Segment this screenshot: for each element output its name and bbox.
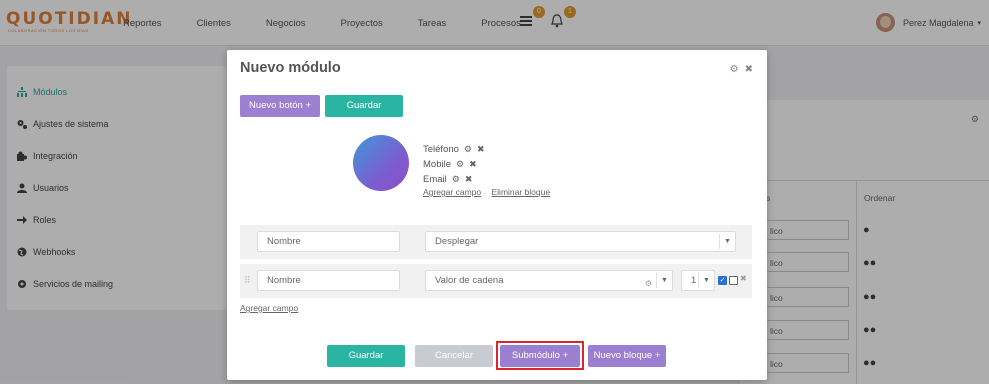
- field-label: Teléfono: [423, 144, 459, 155]
- block-fields: Teléfono ⚙ ✖ Mobile ⚙ ✖ Email ⚙ ✖: [423, 142, 485, 187]
- number-select[interactable]: 1 ▼: [681, 270, 715, 291]
- field-telefono: Teléfono ⚙ ✖: [423, 142, 485, 157]
- field-row-1: Nombre Desplegar ▼: [240, 225, 752, 259]
- drag-handle-icon[interactable]: ⠿: [244, 275, 251, 286]
- delete-block-link[interactable]: Eliminar bloque: [492, 187, 551, 197]
- field-label: Email: [423, 174, 447, 185]
- type-select-value: Desplegar: [435, 236, 479, 247]
- name-field[interactable]: Nombre: [257, 270, 400, 291]
- cancel-button[interactable]: Cancelar: [415, 345, 493, 367]
- modal-tools: ⚙ ✖: [730, 64, 753, 75]
- field-label: Mobile: [423, 159, 451, 170]
- close-icon[interactable]: ✖: [477, 142, 485, 157]
- settings-icon[interactable]: ⚙: [730, 64, 739, 75]
- gear-icon[interactable]: ⚙: [464, 142, 472, 157]
- field-row-2: ⠿ Nombre Valor de cadena ⚙ ▼ 1 ▼ ✓ ✖: [240, 264, 752, 298]
- chevron-down-icon: ▼: [698, 273, 714, 288]
- add-field-link[interactable]: Agregar campo: [240, 303, 298, 313]
- optional-checkbox[interactable]: [729, 276, 738, 285]
- field-mobile: Mobile ⚙ ✖: [423, 157, 485, 172]
- gear-icon[interactable]: ⚙: [452, 172, 460, 187]
- name-field[interactable]: Nombre: [257, 231, 400, 252]
- number-value: 1: [691, 275, 697, 286]
- value-type-select[interactable]: Valor de cadena ⚙ ▼: [425, 270, 673, 291]
- close-icon[interactable]: ✖: [469, 157, 477, 172]
- highlight-box: [496, 341, 584, 370]
- field-email: Email ⚙ ✖: [423, 172, 485, 187]
- close-icon[interactable]: ✖: [465, 172, 473, 187]
- modal-title: Nuevo módulo: [240, 60, 341, 76]
- save-button[interactable]: Guardar: [327, 345, 405, 367]
- add-field-block-link[interactable]: Agregar campo: [423, 187, 481, 197]
- new-module-modal: Nuevo módulo ⚙ ✖ Nuevo botón + Guardar T…: [227, 50, 767, 380]
- block-image: [353, 135, 409, 191]
- value-type-value: Valor de cadena: [435, 275, 504, 286]
- chevron-down-icon: ▼: [656, 273, 672, 288]
- gear-icon[interactable]: ⚙: [456, 157, 464, 172]
- close-icon[interactable]: ✖: [745, 64, 753, 75]
- chevron-down-icon: ▼: [719, 234, 735, 249]
- close-icon[interactable]: ✖: [740, 274, 747, 283]
- block-links: Agregar campo Eliminar bloque: [423, 187, 558, 197]
- new-button-button[interactable]: Nuevo botón +: [240, 95, 320, 117]
- required-checkbox[interactable]: ✓: [718, 276, 727, 285]
- save-top-button[interactable]: Guardar: [325, 95, 403, 117]
- gear-icon[interactable]: ⚙: [645, 274, 652, 293]
- type-select[interactable]: Desplegar ▼: [425, 231, 736, 252]
- new-block-button[interactable]: Nuevo bloque +: [588, 345, 666, 367]
